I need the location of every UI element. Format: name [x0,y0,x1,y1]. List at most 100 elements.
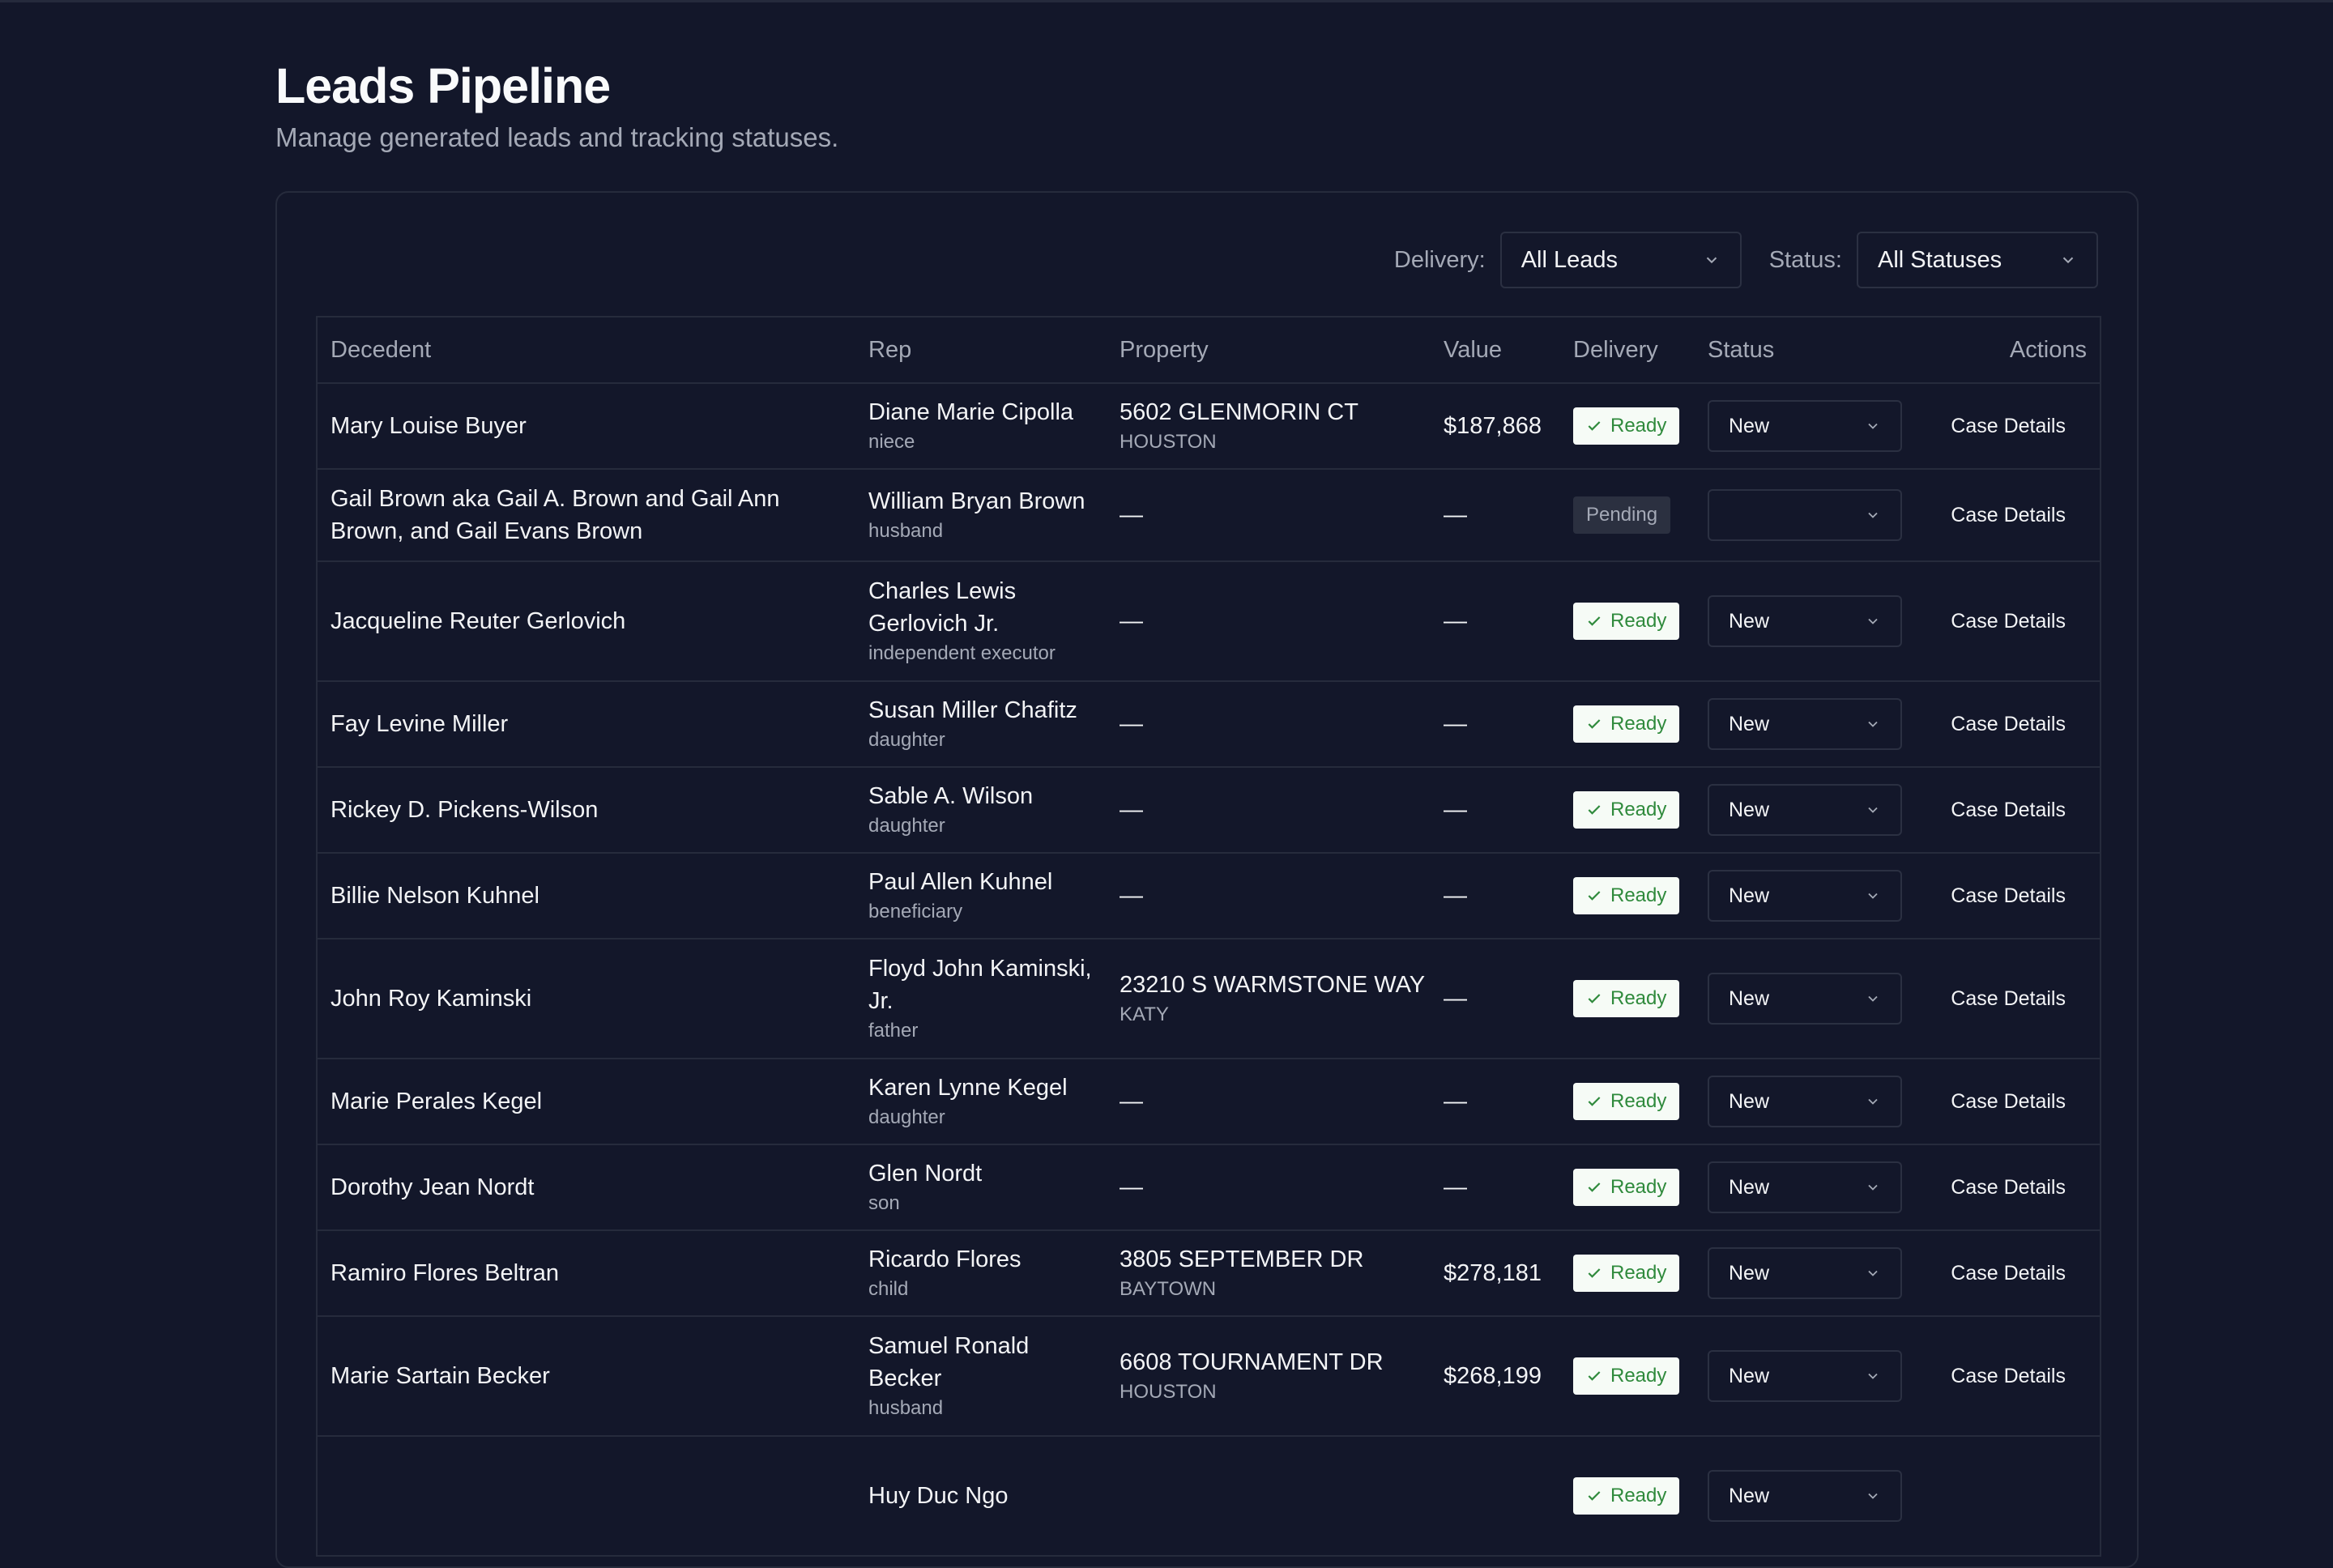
delivery-cell: Ready [1573,1437,1695,1555]
status-cell: New [1708,1231,1902,1315]
column-header-delivery: Delivery [1573,337,1658,363]
case-details-button[interactable]: Case Details [1951,602,2066,641]
case-details-button[interactable]: Case Details [1951,705,2066,744]
delivery-cell: Ready [1573,1317,1695,1435]
rep-cell: Huy Duc Ngo [868,1437,1103,1555]
delivery-cell: Ready [1573,768,1695,852]
actions-cell: Case Details [1928,470,2066,560]
rep-cell: Karen Lynne Kegel daughter [868,1059,1103,1144]
property-address: — [1120,502,1143,528]
rep-name: Karen Lynne Kegel [868,1075,1068,1101]
leads-card: Delivery: All Leads Status: All Statuses… [275,191,2139,1568]
case-details-button[interactable]: Case Details [1951,1168,2066,1208]
delivery-cell: Ready [1573,854,1695,938]
value-cell: — [1444,562,1565,680]
property-value: $268,199 [1444,1362,1542,1389]
check-icon [1588,421,1601,431]
case-details-button[interactable]: Case Details [1951,876,2066,916]
property-address: — [1120,883,1143,909]
value-cell: — [1444,470,1565,560]
value-cell: $187,868 [1444,384,1565,468]
value-cell [1444,1437,1565,1555]
status-cell: New [1708,854,1902,938]
decedent-cell: Gail Brown aka Gail A. Brown and Gail An… [331,470,849,560]
value-cell: $268,199 [1444,1317,1565,1435]
delivery-badge: Ready [1573,877,1680,914]
status-select[interactable]: New [1708,1247,1902,1299]
rep-cell: Floyd John Kaminski, Jr. father [868,940,1103,1058]
status-select[interactable]: New [1708,1076,1902,1127]
case-details-button[interactable]: Case Details [1951,1357,2066,1396]
status-select-value: New [1729,884,1770,907]
check-icon [1588,994,1601,1003]
status-select[interactable]: New [1708,595,1902,647]
decedent-cell: Ramiro Flores Beltran [331,1231,849,1315]
table-row: Jacqueline Reuter Gerlovich Charles Lewis… [318,562,2100,682]
property-address: — [1120,608,1143,634]
case-details-button[interactable]: Case Details [1951,979,2066,1019]
decedent-cell: Dorothy Jean Nordt [331,1145,849,1229]
rep-cell: William Bryan Brown husband [868,470,1103,560]
status-select[interactable]: New [1708,698,1902,750]
case-details-button[interactable]: Case Details [1951,790,2066,830]
decedent-name: Marie Sartain Becker [331,1363,550,1389]
check-icon [1588,616,1601,626]
status-select[interactable]: New [1708,1350,1902,1402]
status-select[interactable]: New [1708,1161,1902,1213]
status-cell: New [1708,768,1902,852]
status-cell: New [1708,562,1902,680]
delivery-filter-select[interactable]: All Leads [1499,232,1742,288]
decedent-name: Rickey D. Pickens-Wilson [331,797,599,823]
status-select[interactable]: New [1708,973,1902,1025]
property-cell: — [1120,562,1435,680]
column-header-status: Status [1708,337,1775,363]
actions-cell: Case Details [1928,384,2066,468]
case-details-button[interactable]: Case Details [1951,1254,2066,1293]
status-select-value: New [1729,1175,1770,1199]
status-select[interactable]: New [1708,784,1902,836]
status-select[interactable]: New [1708,400,1902,452]
status-filter-select[interactable]: All Statuses [1857,232,2098,288]
status-select[interactable]: New [1708,870,1902,922]
decedent-cell: Mary Louise Buyer [331,384,849,468]
decedent-cell [331,1437,849,1555]
property-cell [1120,1437,1435,1555]
status-select-value: New [1729,609,1770,633]
delivery-cell: Ready [1573,562,1695,680]
table-row: Rickey D. Pickens-Wilson Sable A. Wilson d… [318,768,2100,854]
case-details-button[interactable]: Case Details [1951,407,2066,446]
actions-cell: Case Details [1928,768,2066,852]
table-header: Decedent Rep Property Value Delivery Sta… [318,317,2100,384]
property-address: — [1120,1089,1143,1114]
case-details-button[interactable]: Case Details [1951,1082,2066,1122]
delivery-filter-value: All Leads [1521,246,1619,273]
property-address: 3805 SEPTEMBER DR [1120,1246,1364,1272]
delivery-badge-label: Ready [1610,1485,1667,1506]
delivery-badge: Ready [1573,1357,1680,1395]
status-select[interactable]: New [1708,1470,1902,1522]
rep-name: Susan Miller Chafitz [868,697,1077,723]
status-select-value: New [1729,1089,1770,1113]
case-details-button[interactable]: Case Details [1951,496,2066,535]
status-select[interactable] [1708,489,1902,541]
delivery-badge-label: Ready [1610,987,1667,1009]
check-icon [1588,719,1601,729]
value-cell: — [1444,1059,1565,1144]
decedent-name: Gail Brown aka Gail A. Brown and Gail An… [331,486,780,544]
property-value: — [1444,796,1467,823]
value-cell: — [1444,768,1565,852]
status-filter-value: All Statuses [1878,246,2002,273]
rep-name: William Bryan Brown [868,488,1085,514]
property-cell: — [1120,682,1435,766]
decedent-name: Jacqueline Reuter Gerlovich [331,608,626,634]
rep-cell: Diane Marie Cipolla niece [868,384,1103,468]
actions-cell: Case Details [1928,1231,2066,1315]
rep-name: Samuel Ronald Becker [868,1333,1030,1391]
rep-cell: Paul Allen Kuhnel beneficiary [868,854,1103,938]
table-row: Huy Duc Ngo Ready New [318,1437,2100,1557]
status-cell: New [1708,682,1902,766]
chevron-down-icon [1868,1270,1878,1276]
status-cell: New [1708,384,1902,468]
property-address: 6608 TOURNAMENT DR [1120,1349,1384,1375]
value-cell: $278,181 [1444,1231,1565,1315]
